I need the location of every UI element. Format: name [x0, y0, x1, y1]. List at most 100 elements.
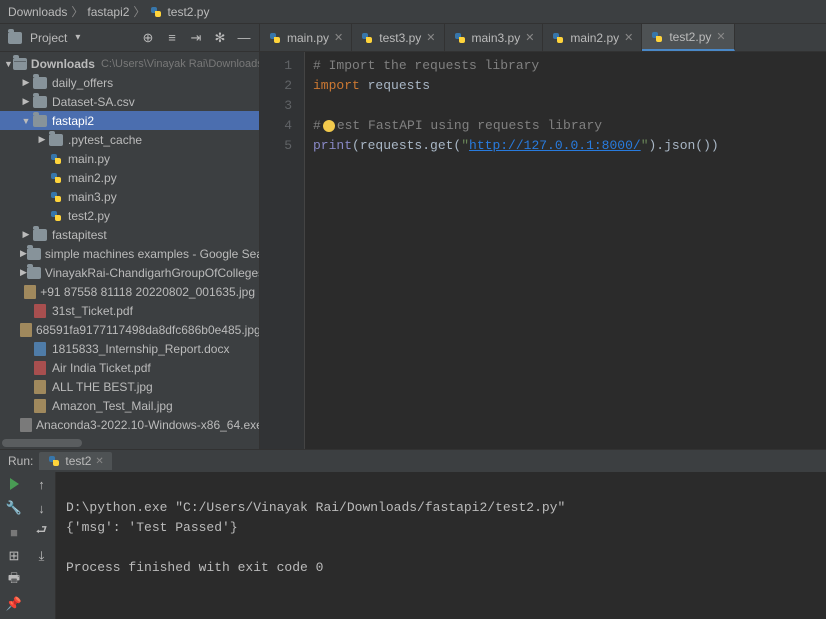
breadcrumb-item[interactable]: fastapi2 — [87, 5, 129, 19]
chevron-right-icon[interactable]: ▶ — [20, 96, 32, 107]
tab-label: main3.py — [472, 31, 521, 45]
intention-bulb-icon[interactable] — [323, 120, 335, 132]
tree-folder[interactable]: ▶VinayakRai-ChandigarhGroupOfColleges — [0, 263, 259, 282]
stop-icon[interactable]: ■ — [6, 524, 22, 540]
locate-icon[interactable]: ⊕ — [141, 31, 155, 45]
scrollbar-thumb[interactable] — [2, 439, 82, 447]
code-url[interactable]: http://127.0.0.1:8000/ — [469, 138, 641, 153]
project-tool-window: Project ▾ ⊕ ≡ ⇥ ✻ — ▼ Downloads C:\Users… — [0, 24, 260, 449]
up-icon[interactable]: ↑ — [34, 476, 50, 492]
tree-item-icon — [20, 418, 32, 432]
folder-icon — [13, 58, 27, 70]
line-number[interactable]: 5 — [264, 136, 292, 156]
tree-root[interactable]: ▼ Downloads C:\Users\Vinayak Rai\Downloa… — [0, 54, 259, 73]
tree-item-icon — [27, 248, 41, 260]
run-console[interactable]: D:\python.exe "C:/Users/Vinayak Rai/Down… — [56, 472, 826, 619]
folder-icon — [33, 96, 47, 108]
tree-file[interactable]: Anaconda3-2022.10-Windows-x86_64.exe — [0, 415, 259, 434]
folder-icon — [33, 77, 47, 89]
editor-tab[interactable]: main.py✕ — [260, 24, 352, 51]
tree-file[interactable]: ALL THE BEST.jpg — [0, 377, 259, 396]
editor-tab[interactable]: test3.py✕ — [352, 24, 444, 51]
dropdown-icon[interactable]: ▾ — [75, 32, 80, 43]
wrench-icon[interactable]: 🔧 — [6, 500, 22, 516]
close-icon[interactable]: ✕ — [426, 31, 435, 44]
tree-item-icon — [48, 190, 64, 204]
line-number[interactable]: 2 — [264, 76, 292, 96]
folder-icon — [33, 229, 47, 241]
editor-body[interactable]: 12345 # Import the requests library impo… — [260, 52, 826, 449]
tree-file[interactable]: main.py — [0, 149, 259, 168]
editor-tab[interactable]: test2.py✕ — [642, 24, 734, 51]
tree-label: Amazon_Test_Mail.jpg — [52, 399, 173, 413]
tree-folder[interactable]: ▶Dataset-SA.csv — [0, 92, 259, 111]
chevron-right-icon[interactable]: ▶ — [20, 77, 32, 88]
tree-item-icon — [32, 304, 48, 318]
line-number[interactable]: 3 — [264, 96, 292, 116]
breadcrumb-sep: 〉 — [71, 3, 83, 20]
tree-file[interactable]: Amazon_Test_Mail.jpg — [0, 396, 259, 415]
close-icon[interactable]: ✕ — [525, 31, 534, 44]
line-number[interactable]: 1 — [264, 56, 292, 76]
tree-file[interactable]: 31st_Ticket.pdf — [0, 301, 259, 320]
expand-all-icon[interactable]: ≡ — [165, 31, 179, 45]
tree-file[interactable]: Air India Ticket.pdf — [0, 358, 259, 377]
tree-item-icon — [32, 229, 48, 241]
file-icon — [34, 399, 46, 413]
soft-wrap-icon[interactable]: ⮐ — [34, 524, 50, 540]
chevron-down-icon[interactable]: ▼ — [20, 116, 32, 126]
pin-icon[interactable]: 📌 — [6, 596, 22, 612]
close-icon[interactable]: ✕ — [716, 30, 725, 43]
tree-file[interactable]: main2.py — [0, 168, 259, 187]
down-icon[interactable]: ↓ — [34, 500, 50, 516]
tree-file[interactable]: main3.py — [0, 187, 259, 206]
code-area[interactable]: # Import the requests library import req… — [305, 52, 826, 449]
scroll-to-end-icon[interactable]: ⤓ — [34, 548, 50, 564]
tree-folder[interactable]: ▶fastapitest — [0, 225, 259, 244]
tree-folder[interactable]: ▶ simple machines examples - Google Searc… — [0, 244, 259, 263]
tree-folder[interactable]: ▶daily_offers — [0, 73, 259, 92]
project-tree[interactable]: ▼ Downloads C:\Users\Vinayak Rai\Downloa… — [0, 52, 259, 437]
breadcrumb-item[interactable]: Downloads — [8, 5, 67, 19]
tree-file[interactable]: test2.py — [0, 206, 259, 225]
tree-label: Anaconda3-2022.10-Windows-x86_64.exe — [36, 418, 259, 432]
close-icon[interactable]: ✕ — [334, 31, 343, 44]
editor-tabs: main.py✕test3.py✕main3.py✕main2.py✕test2… — [260, 24, 826, 52]
close-icon[interactable]: ✕ — [624, 31, 633, 44]
tree-file[interactable]: +91 87558 81118 20220802_001635.jpg — [0, 282, 259, 301]
project-icon — [8, 32, 22, 44]
run-tab[interactable]: test2 ✕ — [39, 452, 111, 470]
editor-tab[interactable]: main3.py ✕ — [445, 24, 544, 51]
chevron-right-icon[interactable]: ▶ — [20, 248, 27, 259]
layout-icon[interactable]: ⊞ — [6, 548, 22, 564]
print-icon[interactable]: 🖶 — [6, 572, 22, 588]
collapse-all-icon[interactable]: ⇥ — [189, 31, 203, 45]
horizontal-scrollbar[interactable] — [0, 437, 259, 449]
tree-item-icon — [48, 171, 64, 185]
tree-file[interactable]: 68591fa9177117498da8dfc686b0e485.jpg — [0, 320, 259, 339]
tree-folder[interactable]: ▶.pytest_cache — [0, 130, 259, 149]
tree-folder[interactable]: ▼fastapi2 — [0, 111, 259, 130]
chevron-right-icon[interactable]: ▶ — [20, 229, 32, 240]
code-keyword: import — [313, 78, 360, 93]
editor-panel: main.py✕test3.py✕main3.py✕main2.py✕test2… — [260, 24, 826, 449]
close-icon[interactable]: ✕ — [95, 456, 103, 467]
hide-icon[interactable]: — — [237, 31, 251, 45]
tree-label: simple machines examples - Google Search… — [45, 247, 259, 261]
run-tab-label: test2 — [65, 454, 91, 468]
settings-icon[interactable]: ✻ — [213, 31, 227, 45]
breadcrumb-item[interactable]: test2.py — [167, 5, 209, 19]
file-icon — [34, 437, 46, 438]
editor-tab[interactable]: main2.py✕ — [543, 24, 642, 51]
folder-icon — [27, 248, 41, 260]
chevron-right-icon[interactable]: ▶ — [36, 134, 48, 145]
chevron-down-icon[interactable]: ▼ — [4, 59, 13, 69]
tree-file[interactable]: 1815833_Internship_Report.docx — [0, 339, 259, 358]
line-number[interactable]: 4 — [264, 116, 292, 136]
chevron-right-icon[interactable]: ▶ — [20, 267, 27, 278]
project-title[interactable]: Project — [30, 31, 67, 45]
console-line: Process finished with exit code 0 — [66, 560, 323, 575]
rerun-icon[interactable] — [6, 476, 22, 492]
gutter: 12345 — [260, 52, 305, 449]
code-comment: est FastAPI using requests library — [337, 118, 602, 133]
